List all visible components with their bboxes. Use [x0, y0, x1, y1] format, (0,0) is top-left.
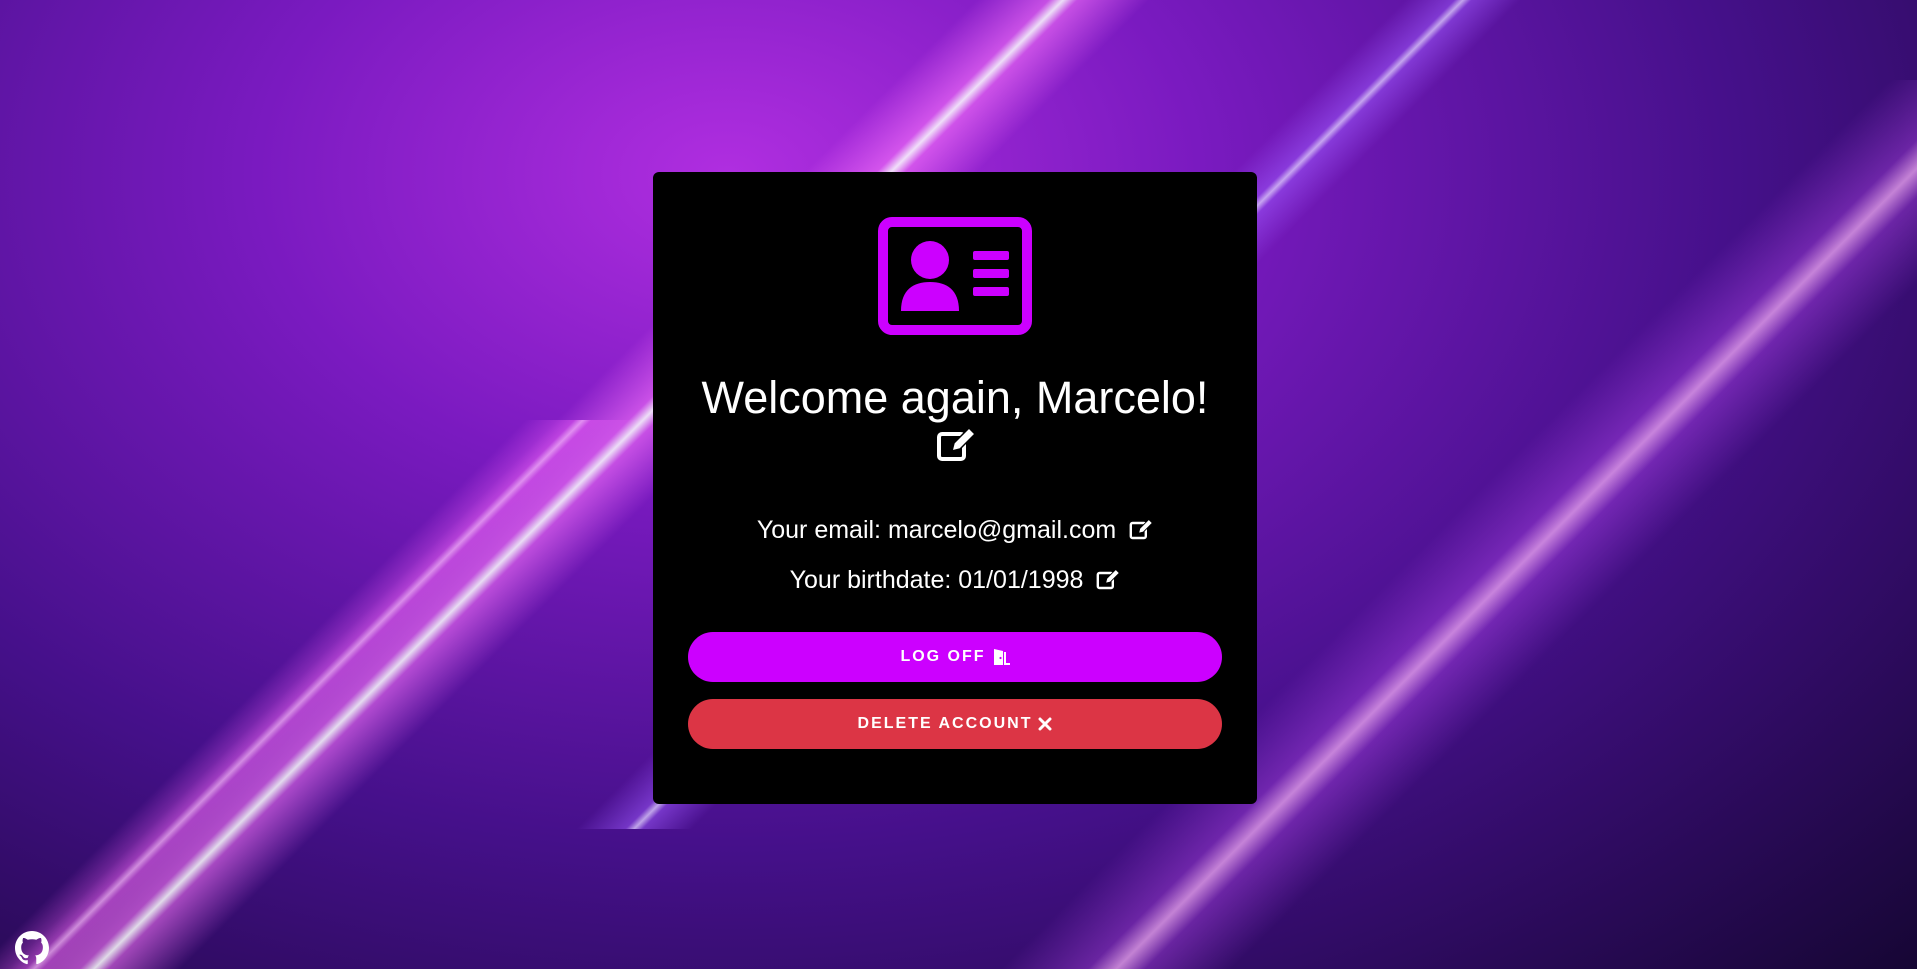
log-off-button[interactable]: LOG OFF [688, 632, 1222, 682]
id-card-icon [878, 217, 1032, 335]
door-open-icon [993, 649, 1010, 665]
edit-email-icon[interactable] [1129, 517, 1154, 541]
delete-account-label: DELETE ACCOUNT [857, 715, 1033, 732]
email-value: marcelo@gmail.com [887, 516, 1117, 544]
birthdate-value: 01/01/1998 [958, 566, 1084, 594]
log-off-label: LOG OFF [900, 648, 986, 665]
profile-card: Welcome again, Marcelo! Your email: marc… [653, 172, 1257, 804]
welcome-heading: Welcome again, Marcelo! [701, 372, 1209, 423]
edit-birthdate-icon[interactable] [1096, 567, 1121, 591]
birthdate-row: Your birthdate: 01/01/1998 [653, 564, 1257, 596]
github-icon[interactable] [15, 931, 49, 965]
birthdate-label: Your birthdate: [789, 566, 952, 594]
email-label: Your email: [756, 516, 882, 544]
delete-account-button[interactable]: DELETE ACCOUNT [688, 699, 1222, 749]
email-row: Your email: marcelo@gmail.com [653, 514, 1257, 546]
times-icon [1038, 717, 1052, 731]
edit-name-icon[interactable] [936, 424, 976, 464]
